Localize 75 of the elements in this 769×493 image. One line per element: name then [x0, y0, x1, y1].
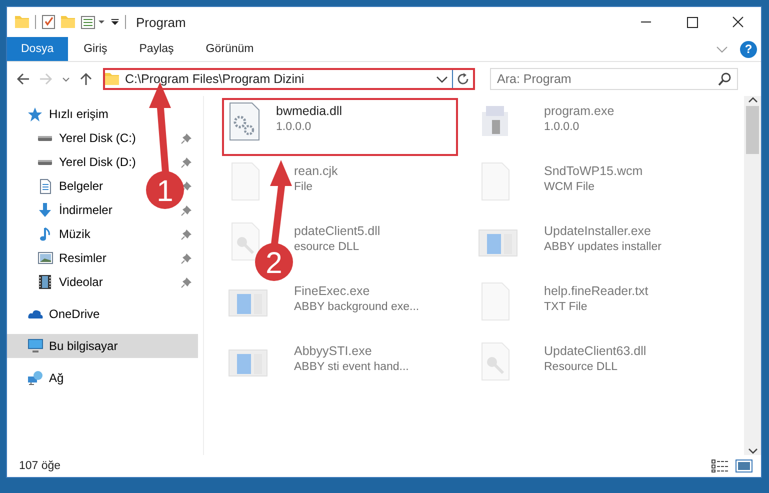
ribbon-tab[interactable]: Paylaş — [123, 37, 190, 61]
ribbon-tab[interactable]: Dosya — [7, 37, 68, 61]
pin-icon[interactable] — [181, 204, 192, 216]
file-name[interactable]: bwmedia.dll — [276, 104, 342, 118]
file-detail: ABBY background exe... — [294, 301, 420, 313]
file-name[interactable]: rean.cjk — [294, 164, 338, 178]
sidebar-item[interactable]: Resimler — [7, 246, 198, 270]
window-title: Program — [136, 14, 186, 30]
file-name[interactable]: AbbyySTI.exe — [294, 344, 409, 358]
pin-icon[interactable] — [181, 252, 192, 264]
search-icon[interactable] — [718, 72, 732, 86]
file-detail: File — [294, 181, 314, 193]
back-arrow-icon[interactable] — [16, 72, 30, 86]
cloud-icon — [28, 310, 42, 318]
image-icon — [38, 252, 52, 264]
file-detail: 1.0.0.0 — [276, 121, 312, 133]
sidebar-item[interactable]: OneDrive — [7, 302, 198, 326]
document-icon — [40, 178, 50, 194]
sidebar-item[interactable]: Hızlı erişim — [7, 102, 198, 126]
folder-icon — [105, 73, 119, 85]
scrollbar[interactable] — [744, 96, 761, 455]
file-detail: TXT File — [544, 301, 588, 313]
drive-icon — [38, 160, 52, 164]
ribbon-tab[interactable]: Görünüm — [190, 37, 270, 61]
help-button[interactable]: ? — [740, 40, 757, 58]
network-icon — [28, 371, 42, 385]
sidebar-item[interactable]: Videolar — [7, 270, 198, 294]
file-detail: ABBY sti event hand... — [294, 361, 409, 373]
film-icon — [39, 275, 51, 289]
caret-icon[interactable] — [436, 76, 448, 82]
file-detail: 1.0.0.0 — [544, 121, 580, 133]
pin-icon[interactable] — [181, 180, 192, 192]
file-name[interactable]: UpdateClient63.dll — [544, 344, 646, 358]
search-field[interactable]: Ara: Program — [490, 68, 738, 90]
refresh-icon[interactable] — [457, 73, 469, 85]
pin-icon[interactable] — [181, 228, 192, 240]
caret-icon[interactable] — [62, 76, 70, 82]
maximize-icon[interactable] — [686, 16, 698, 28]
scroll-down-icon[interactable] — [748, 447, 758, 455]
file-name[interactable]: program.exe — [544, 104, 614, 118]
scroll-thumb[interactable] — [746, 106, 759, 154]
file-name[interactable]: UpdateInstaller.exe — [544, 224, 662, 238]
view-options-icon[interactable] — [81, 16, 105, 28]
file-detail: ABBY updates installer — [544, 241, 662, 253]
pin-icon[interactable] — [181, 276, 192, 288]
music-note-icon — [40, 227, 50, 241]
file-name[interactable]: help.fineReader.txt — [544, 284, 648, 298]
pin-icon[interactable] — [181, 156, 192, 168]
file-name[interactable]: SndToWP15.wcm — [544, 164, 643, 178]
pin-icon[interactable] — [181, 132, 192, 144]
step-badge: 1 — [146, 171, 184, 209]
address-bar[interactable]: C:\Program Files\Program Dizini — [103, 68, 475, 90]
file-name[interactable]: pdateClient5.dll — [294, 224, 380, 238]
ribbon-tab[interactable]: Giriş — [68, 37, 124, 61]
details-view-icon[interactable] — [711, 459, 729, 473]
sidebar-item[interactable]: Müzik — [7, 222, 198, 246]
step-badge: 2 — [255, 243, 293, 281]
star-icon — [27, 106, 43, 122]
sidebar-item[interactable]: Bu bilgisayar — [7, 334, 198, 358]
file-detail: Resource DLL — [544, 361, 619, 373]
up-arrow-icon[interactable] — [79, 72, 93, 86]
item-count: 107 öğe — [19, 460, 61, 472]
sidebar-item[interactable]: Ağ — [7, 366, 198, 390]
scroll-up-icon[interactable] — [748, 96, 758, 104]
expand-ribbon-icon[interactable] — [716, 45, 728, 53]
customize-caret-icon[interactable] — [111, 19, 119, 25]
properties-icon[interactable] — [42, 15, 55, 29]
file-detail: esource DLL — [294, 241, 360, 253]
monitor-icon — [28, 339, 42, 353]
drive-icon — [38, 136, 52, 140]
download-arrow-icon — [39, 203, 51, 217]
large-icons-view-icon[interactable] — [735, 459, 753, 473]
file-detail: WCM File — [544, 181, 596, 193]
close-icon[interactable] — [732, 16, 744, 28]
file-name[interactable]: FineExec.exe — [294, 284, 420, 298]
